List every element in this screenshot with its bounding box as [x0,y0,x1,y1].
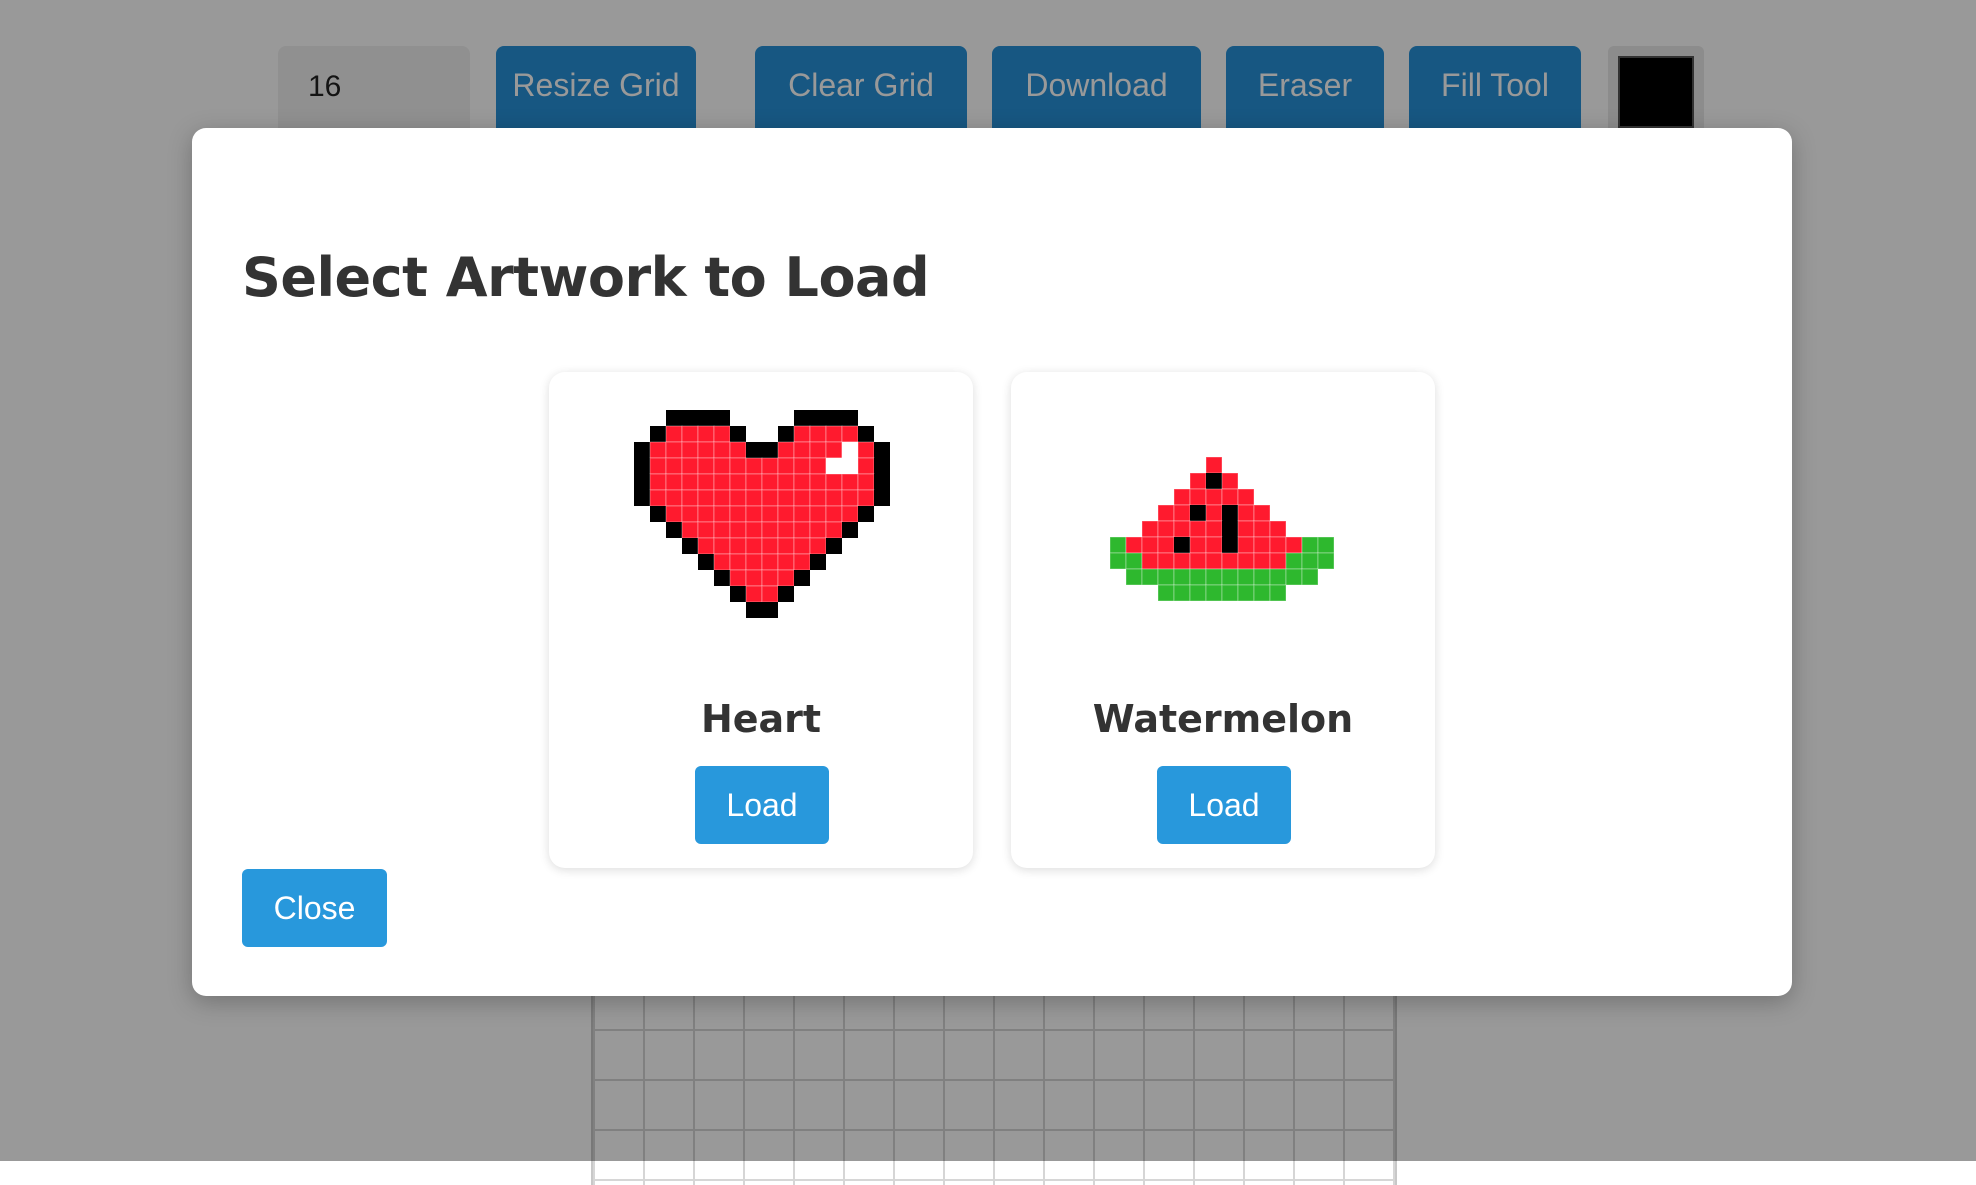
heart-pixel-art-icon [634,410,890,618]
artwork-card-heart: Heart Load [549,372,973,868]
artwork-preview [1011,372,1435,672]
load-artwork-modal: Select Artwork to Load Heart Load Waterm… [192,128,1792,996]
artwork-card-watermelon: Watermelon Load [1011,372,1435,868]
artwork-name: Heart [700,697,822,741]
load-watermelon-button[interactable]: Load [1157,766,1291,844]
artwork-preview [549,372,973,672]
artwork-name: Watermelon [1092,697,1354,741]
modal-title: Select Artwork to Load [242,246,930,309]
close-button[interactable]: Close [242,869,387,947]
watermelon-pixel-art-icon [1110,456,1334,601]
load-heart-button[interactable]: Load [695,766,829,844]
